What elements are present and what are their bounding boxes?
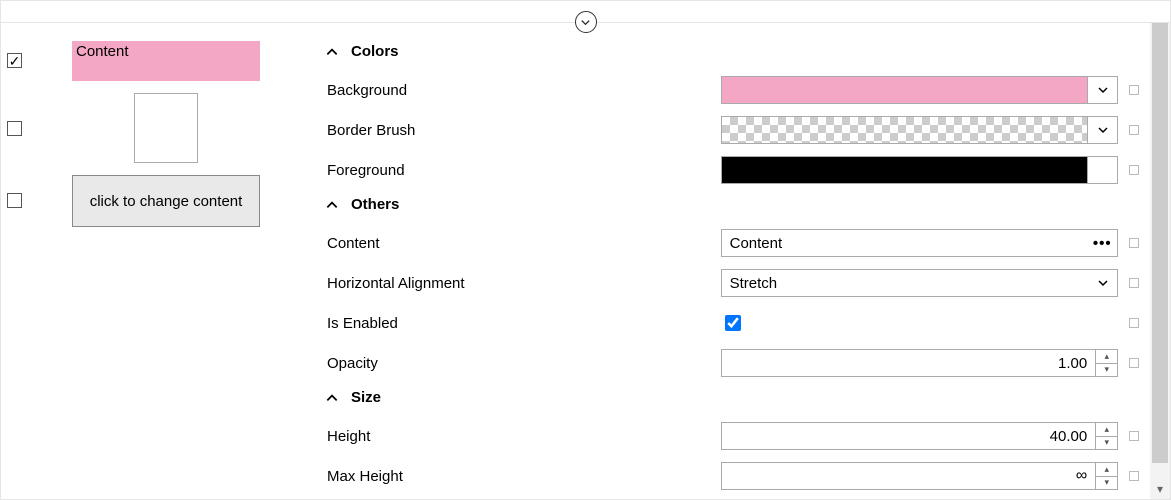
background-dropdown-button[interactable] — [1087, 77, 1117, 103]
prop-label-height: Height — [325, 428, 721, 445]
prop-row-border-brush: Border Brush — [325, 110, 1144, 150]
section-title: Colors — [351, 43, 399, 60]
app-viewport: Content click to change content Colors B… — [0, 0, 1171, 500]
prop-row-height: Height ▴ ▾ — [325, 416, 1144, 456]
max-height-spinner: ▴ ▾ — [1095, 463, 1117, 489]
foreground-color-field[interactable] — [721, 156, 1119, 184]
height-input[interactable] — [722, 423, 1096, 449]
prop-row-opacity: Opacity ▴ ▾ — [325, 343, 1144, 383]
background-color-field[interactable] — [721, 76, 1119, 104]
preview-row-2 — [1, 93, 311, 163]
max-height-advanced-marker[interactable] — [1129, 471, 1139, 481]
section-header-others[interactable]: Others — [325, 196, 1144, 213]
preview-row-3: click to change content — [1, 175, 311, 227]
prop-row-is-enabled: Is Enabled — [325, 303, 1144, 343]
height-spin-up[interactable]: ▴ — [1096, 423, 1117, 437]
chevron-down-icon — [1097, 84, 1109, 96]
content-text-field[interactable]: ••• — [721, 229, 1119, 257]
max-height-value: ∞ — [722, 463, 1096, 489]
opacity-field[interactable]: ▴ ▾ — [721, 349, 1119, 377]
background-advanced-marker[interactable] — [1129, 85, 1139, 95]
height-field[interactable]: ▴ ▾ — [721, 422, 1119, 450]
chevron-up-icon — [325, 45, 339, 59]
chevron-up-icon — [325, 198, 339, 212]
opacity-advanced-marker[interactable] — [1129, 358, 1139, 368]
border-brush-dropdown-button[interactable] — [1087, 117, 1117, 143]
height-spinner: ▴ ▾ — [1095, 423, 1117, 449]
chevron-down-icon — [1097, 124, 1109, 136]
foreground-dropdown-button[interactable] — [1087, 157, 1117, 183]
prop-label-horizontal-alignment: Horizontal Alignment — [325, 275, 721, 292]
opacity-spin-down[interactable]: ▾ — [1096, 364, 1117, 377]
prop-row-foreground: Foreground — [325, 150, 1144, 190]
vertical-scrollbar[interactable]: ▾ — [1150, 23, 1170, 499]
horizontal-alignment-advanced-marker[interactable] — [1129, 278, 1139, 288]
opacity-input[interactable] — [722, 350, 1096, 376]
content-area: Content click to change content Colors B… — [1, 23, 1170, 499]
section-header-size[interactable]: Size — [325, 389, 1144, 406]
preview-3-checkbox[interactable] — [7, 193, 22, 208]
max-height-spin-down[interactable]: ▾ — [1096, 477, 1117, 490]
preview-2-checkbox[interactable] — [7, 121, 22, 136]
prop-row-max-height: Max Height ∞ ▴ ▾ — [325, 456, 1144, 496]
prop-label-background: Background — [325, 82, 721, 99]
max-height-field[interactable]: ∞ ▴ ▾ — [721, 462, 1119, 490]
prop-label-foreground: Foreground — [325, 162, 721, 179]
horizontal-alignment-value: Stretch — [730, 275, 778, 292]
prop-label-content: Content — [325, 235, 721, 252]
content-input[interactable] — [722, 230, 1088, 256]
prop-label-is-enabled: Is Enabled — [325, 315, 721, 332]
property-grid: Colors Background Border Brush — [311, 23, 1170, 499]
height-spin-down[interactable]: ▾ — [1096, 437, 1117, 450]
max-height-spin-up[interactable]: ▴ — [1096, 463, 1117, 477]
prop-row-background: Background — [325, 70, 1144, 110]
content-advanced-marker[interactable] — [1129, 238, 1139, 248]
section-title: Others — [351, 196, 399, 213]
opacity-spin-up[interactable]: ▴ — [1096, 350, 1117, 364]
scrollbar-thumb[interactable] — [1152, 23, 1168, 463]
chevron-down-icon — [1097, 277, 1109, 289]
opacity-spinner: ▴ ▾ — [1095, 350, 1117, 376]
border-brush-advanced-marker[interactable] — [1129, 125, 1139, 135]
background-color-swatch — [722, 77, 1088, 103]
scrollbar-down-arrow[interactable]: ▾ — [1150, 479, 1170, 499]
prop-row-horizontal-alignment: Horizontal Alignment Stretch — [325, 263, 1144, 303]
foreground-advanced-marker[interactable] — [1129, 165, 1139, 175]
prop-label-opacity: Opacity — [325, 355, 721, 372]
preview-1-checkbox[interactable] — [7, 53, 22, 68]
preview-row-1: Content — [1, 41, 311, 81]
preview-pane: Content click to change content — [1, 23, 311, 499]
prop-label-border-brush: Border Brush — [325, 122, 721, 139]
foreground-color-swatch — [722, 157, 1088, 183]
is-enabled-checkbox[interactable] — [725, 315, 741, 331]
height-advanced-marker[interactable] — [1129, 431, 1139, 441]
preview-2-content[interactable] — [134, 93, 198, 163]
section-header-colors[interactable]: Colors — [325, 43, 1144, 60]
content-ellipsis-button[interactable]: ••• — [1087, 235, 1117, 252]
chevron-up-icon — [325, 391, 339, 405]
prop-row-content: Content ••• — [325, 223, 1144, 263]
chevron-down-icon — [1097, 164, 1109, 176]
border-brush-color-field[interactable] — [721, 116, 1119, 144]
section-title: Size — [351, 389, 381, 406]
border-brush-color-swatch — [722, 117, 1088, 143]
preview-1-content[interactable]: Content — [72, 41, 260, 81]
prop-label-max-height: Max Height — [325, 468, 721, 485]
preview-3-button[interactable]: click to change content — [72, 175, 260, 227]
horizontal-alignment-combo[interactable]: Stretch — [721, 269, 1119, 297]
is-enabled-advanced-marker[interactable] — [1129, 318, 1139, 328]
